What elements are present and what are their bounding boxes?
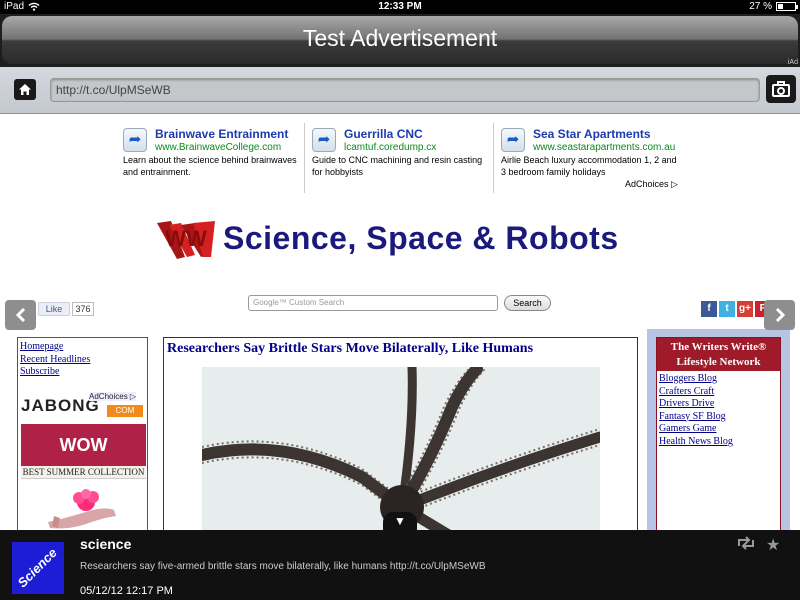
writers-write-box: The Writers Write® Lifestyle Network Blo… [656, 337, 781, 530]
article-headline[interactable]: Researchers Say Brittle Stars Move Bilat… [167, 341, 533, 357]
camera-lens-icon [777, 87, 785, 95]
ad-description: Airlie Beach luxury accommodation 1, 2 a… [501, 155, 677, 177]
site-title[interactable]: Science, Space & Robots [223, 220, 619, 257]
search-input[interactable]: Google™ Custom Search [248, 295, 498, 311]
ad-url[interactable]: lcamtuf.coredump.cx [344, 142, 436, 153]
network-link[interactable]: Health News Blog [659, 436, 733, 449]
url-field[interactable]: http://t.co/UlpMSeWB [50, 78, 760, 102]
chevron-down-icon: ▼ [394, 514, 406, 528]
tweet-panel: ▼ Science science Researchers say five-a… [0, 512, 800, 600]
facebook-like[interactable]: Like 376 [38, 302, 94, 316]
adchoices-link[interactable]: AdChoices ▷ [625, 179, 678, 190]
home-icon [19, 84, 31, 95]
network-link[interactable]: Gamers Game [659, 423, 733, 436]
google-ads: ➦ Brainwave Entrainment www.BrainwaveCol… [115, 120, 685, 195]
logo-mark-text: WW [165, 226, 207, 251]
wow-wedges-banner[interactable]: WOW WEDGES [21, 424, 146, 497]
writers-write-title[interactable]: The Writers Write® Lifestyle Network [657, 338, 780, 371]
social-buttons: f t g+ P [701, 301, 771, 317]
prev-page-button[interactable] [5, 300, 36, 330]
jabong-ad[interactable]: JABONG COM AdChoices ▷ [21, 391, 146, 421]
ad-url[interactable]: www.seastarapartments.com.au [533, 142, 675, 153]
search-button[interactable]: Search [504, 295, 551, 311]
ad-description: Learn about the science behind brainwave… [123, 155, 297, 177]
ad-arrow-icon[interactable]: ➦ [312, 128, 336, 152]
ad-item[interactable]: ➦ Brainwave Entrainment www.BrainwaveCol… [115, 120, 303, 192]
ad-arrow-icon[interactable]: ➦ [123, 128, 147, 152]
ww-logo-icon[interactable]: WW [155, 217, 217, 261]
chevron-right-icon [775, 307, 785, 323]
sidebar-link-recent-headlines[interactable]: Recent Headlines [18, 354, 90, 367]
sandal-image[interactable] [46, 488, 118, 530]
next-page-button[interactable] [764, 300, 795, 330]
status-bar: iPad 12:33 PM 27 % [0, 0, 800, 14]
google-plus-icon[interactable]: g+ [737, 301, 753, 317]
address-bar: http://t.co/UlpMSeWB [0, 67, 800, 114]
brittle-star-photo [202, 367, 600, 530]
tweet-author[interactable]: science [80, 536, 131, 552]
left-sidebar: Homepage Recent Headlines Subscribe JABO… [17, 337, 148, 530]
ad-arrow-icon[interactable]: ➦ [501, 128, 525, 152]
like-button[interactable]: Like [38, 302, 70, 316]
favorite-star-icon[interactable]: ★ [766, 535, 780, 555]
summer-collection-label: BEST SUMMER COLLECTION [21, 466, 146, 479]
battery-fill [778, 4, 783, 9]
avatar-text: Science [14, 544, 61, 591]
tweet-text: Researchers say five-armed brittle stars… [80, 561, 486, 572]
sidebar-link-subscribe[interactable]: Subscribe [18, 366, 90, 379]
jabong-logo[interactable]: JABONG [21, 396, 100, 416]
facebook-icon[interactable]: f [701, 301, 717, 317]
sidebar-link-homepage[interactable]: Homepage [18, 341, 90, 354]
network-link[interactable]: Drivers Drive [659, 398, 733, 411]
like-count: 376 [72, 302, 94, 316]
home-button[interactable] [14, 79, 36, 100]
collapse-tweet-button[interactable]: ▼ [383, 512, 417, 530]
ad-title[interactable]: Guerrilla CNC [344, 127, 423, 141]
ad-description: Guide to CNC machining and resin casting… [312, 155, 483, 177]
network-link[interactable]: Crafters Craft [659, 386, 733, 399]
iad-label: iAd [787, 59, 798, 66]
network-link[interactable]: Bloggers Blog [659, 373, 733, 386]
iad-banner[interactable]: Test Advertisement iAd [0, 14, 800, 67]
right-sidebar: The Writers Write® Lifestyle Network Blo… [647, 329, 790, 530]
ad-banner-title[interactable]: Test Advertisement [2, 16, 798, 64]
ad-choices-label[interactable]: AdChoices ▷ [89, 392, 137, 401]
web-page: ➦ Brainwave Entrainment www.BrainwaveCol… [0, 115, 800, 530]
ad-title[interactable]: Brainwave Entrainment [155, 127, 288, 141]
clock: 12:33 PM [378, 1, 422, 12]
article: Researchers Say Brittle Stars Move Bilat… [163, 337, 638, 530]
network-link[interactable]: Fantasy SF Blog [659, 411, 733, 424]
ad-title[interactable]: Sea Star Apartments [533, 127, 651, 141]
battery-percent: 27 % [749, 1, 772, 12]
chevron-left-icon [15, 307, 25, 323]
ad-item[interactable]: ➦ Guerrilla CNC lcamtuf.coredump.cx Guid… [304, 120, 492, 192]
ad-url[interactable]: www.BrainwaveCollege.com [155, 142, 281, 153]
screenshot-button[interactable] [766, 75, 796, 103]
tweet-timestamp: 05/12/12 12:17 PM [80, 585, 173, 597]
retweet-icon[interactable] [736, 536, 756, 550]
twitter-icon[interactable]: t [719, 301, 735, 317]
avatar[interactable]: Science [12, 542, 64, 594]
jabong-com-label: COM [107, 405, 143, 417]
battery-icon [776, 2, 798, 11]
